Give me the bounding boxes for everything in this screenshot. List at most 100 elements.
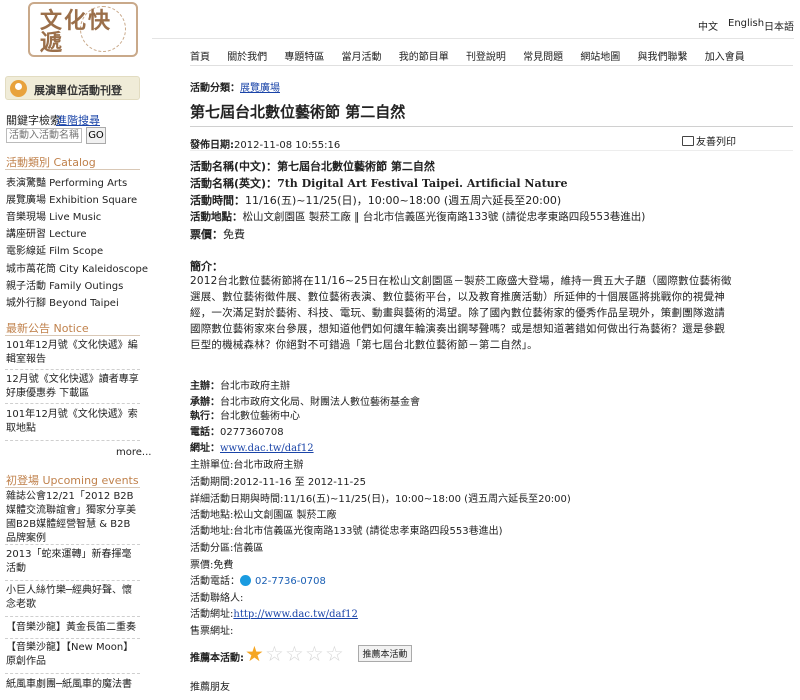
detail-web-label: 活動網址: — [190, 609, 234, 620]
info-time-label: 活動時間： — [190, 194, 245, 207]
detail-time: 詳細活動日期與時間:11/16(五)~11/25(日)，10:00~18:00 … — [190, 494, 571, 505]
recommend-friends-link[interactable]: 推薦朋友 — [190, 678, 230, 693]
star-icon[interactable]: ☆ — [325, 643, 345, 665]
user-icon — [10, 80, 27, 97]
category-line: 活動分類：展覽廣場 — [190, 79, 280, 94]
recommend-label: 推薦本活動: — [190, 653, 244, 664]
detail-ticket: 票價:免費 — [190, 560, 234, 571]
detail-host-value: 台北市政府主辦 — [220, 381, 290, 392]
detail-organizer: 承辦：台北市政府文化局、財團法人數位藝術基金會 — [190, 393, 420, 408]
intro-body: 2012台北數位藝術節將在11/16~25日在松山文創園區－製菸工廠盛大登場，維… — [190, 275, 732, 351]
catalog-item-family[interactable]: 親子活動 Family Outings — [6, 277, 123, 292]
upcoming-item[interactable]: 紙風車劇團─紙風車的魔法書 — [6, 678, 140, 692]
star-icon[interactable]: ☆ — [265, 643, 285, 665]
nav-faq[interactable]: 常見問題 — [523, 52, 563, 63]
catalog-item-beyond-taipei[interactable]: 城外行腳 Beyond Taipei — [6, 294, 119, 309]
detail-phone-value: 0277360708 — [220, 427, 284, 438]
upcoming-heading: 初登場 Upcoming events — [6, 474, 139, 487]
nav-divider — [190, 65, 793, 66]
detail-tel-value[interactable]: 02-7736-0708 — [255, 576, 326, 587]
detail-place: 活動地點:松山文創園區 製菸工廠 — [190, 510, 337, 521]
recommend-button[interactable]: 推薦本活動 — [358, 645, 412, 662]
upcoming-item[interactable]: 【音樂沙龍】【New Moon】原創作品 — [6, 641, 140, 669]
nav-home[interactable]: 首頁 — [190, 52, 210, 63]
star-icon[interactable]: ★ — [245, 643, 265, 665]
advanced-search-link[interactable]: 進階搜尋 — [56, 112, 100, 128]
catalog-item-performing-arts[interactable]: 表演驚豔 Performing Arts — [6, 174, 127, 189]
search-input[interactable] — [6, 128, 82, 143]
publish-date: 發佈日期:2012-11-08 10:55:16 — [190, 136, 340, 151]
catalog-heading: 活動類別 Catalog — [6, 156, 96, 169]
nav-my-program[interactable]: 我的節目單 — [399, 52, 449, 63]
page-title: 第七屆台北數位藝術節 第二自然 — [190, 103, 406, 121]
date-divider — [190, 150, 793, 151]
category-label: 活動分類： — [190, 83, 240, 94]
nav-contact[interactable]: 與我們聯繫 — [638, 52, 688, 63]
info-name-zh-value: 第七屆台北數位藝術節 第二自然 — [277, 160, 435, 173]
notice-item[interactable]: 101年12月號《文化快遞》索取地點 — [6, 408, 140, 436]
info-place-value: 松山文創園區 製菸工廠 ‖ 台北市信義區光復南路133號 (請從忠孝東路四段55… — [242, 211, 646, 223]
category-link[interactable]: 展覽廣場 — [240, 83, 280, 94]
star-icon[interactable]: ☆ — [285, 643, 305, 665]
detail-site: 網址：www.dac.tw/daf12 — [190, 439, 314, 454]
catalog-item-live-music[interactable]: 音樂現場 Live Music — [6, 208, 101, 223]
publish-event-label: 展演單位活動刊登 — [34, 84, 122, 97]
catalog-item-lecture[interactable]: 講座研習 Lecture — [6, 225, 87, 240]
notice-item[interactable]: 101年12月號《文化快遞》編輯室報告 — [6, 339, 140, 367]
info-name-en-value: 7th Digital Art Festival Taipei. Artific… — [277, 177, 568, 190]
search-label: 關鍵字檢索 — [6, 114, 61, 127]
detail-executor-value: 台北數位藝術中心 — [220, 411, 300, 422]
upcoming-item[interactable]: 【音樂沙龍】黃金長笛二重奏 — [6, 621, 140, 635]
upcoming-separator — [5, 616, 140, 617]
header-divider — [152, 38, 794, 39]
notice-more-link[interactable]: more... — [116, 447, 151, 458]
detail-executor: 執行：台北數位藝術中心 — [190, 407, 300, 422]
sidebar: 文化快遞 展演單位活動刊登 關鍵字檢索 進階搜尋 GO 活動類別 Catalog… — [0, 0, 151, 700]
detail-web: 活動網址:http://www.dac.tw/daf12 — [190, 605, 358, 620]
nav-join[interactable]: 加入會員 — [705, 52, 745, 63]
detail-period: 活動期間:2012-11-16 至 2012-11-25 — [190, 477, 366, 488]
detail-phone: 電話：0277360708 — [190, 423, 284, 438]
detail-executor-label: 執行： — [190, 411, 220, 422]
detail-address: 活動地址:台北市信義區光復南路133號 (請從忠孝東路四段553巷進出) — [190, 526, 503, 537]
upcoming-divider — [5, 487, 140, 488]
detail-web-link[interactable]: http://www.dac.tw/daf12 — [233, 609, 358, 620]
star-icon[interactable]: ☆ — [305, 643, 325, 665]
print-link[interactable]: 友善列印 — [682, 133, 736, 148]
notice-item[interactable]: 12月號《文化快遞》讀者專享好康優惠券 下載區 — [6, 373, 140, 401]
language-japanese-link[interactable]: 日本語 — [764, 18, 794, 33]
nav-listing-info[interactable]: 刊登說明 — [466, 52, 506, 63]
language-english-link[interactable]: English — [728, 18, 764, 29]
catalog-item-exhibition[interactable]: 展覽廣場 Exhibition Square — [6, 191, 137, 206]
nav-sitemap[interactable]: 網站地圖 — [580, 52, 620, 63]
site-logo[interactable]: 文化快遞 — [28, 2, 148, 64]
upcoming-item[interactable]: 雜誌公會12/21「2012 B2B媒體交流聯誼會」獨家分享美國B2B媒體經營智… — [6, 490, 140, 546]
catalog-item-film[interactable]: 電影線延 Film Scope — [6, 242, 103, 257]
nav-about[interactable]: 關於我們 — [227, 52, 267, 63]
nav-features[interactable]: 專題特區 — [284, 52, 324, 63]
detail-site-link[interactable]: www.dac.tw/daf12 — [220, 443, 314, 454]
logo-text: 文化快遞 — [40, 8, 113, 56]
info-name-zh-label: 活動名稱(中文)： — [190, 160, 278, 173]
upcoming-separator — [5, 673, 140, 674]
upcoming-item[interactable]: 小巨人絲竹樂─經典好聲、懷念老歌 — [6, 584, 140, 612]
catalog-divider — [5, 169, 140, 170]
detail-host: 主辦：台北市政府主辦 — [190, 377, 290, 392]
info-fee-value: 免費 — [223, 228, 245, 241]
language-chinese-link[interactable]: 中文 — [698, 18, 718, 33]
intro-heading: 簡介： — [190, 260, 223, 273]
detail-ticket-site: 售票網址: — [190, 626, 234, 637]
upcoming-item[interactable]: 2013「蛇來運轉」新春揮毫活動 — [6, 548, 140, 576]
info-place-label: 活動地點： — [190, 211, 243, 223]
detail-phone-label: 電話： — [190, 427, 220, 438]
info-fee-label: 票價： — [190, 228, 223, 241]
nav-monthly[interactable]: 當月活動 — [342, 52, 382, 63]
notice-separator — [5, 403, 140, 404]
search-go-button[interactable]: GO — [86, 127, 106, 144]
catalog-item-city[interactable]: 城市萬花筒 City Kaleidoscope — [6, 260, 148, 275]
upcoming-separator — [5, 638, 140, 639]
publish-event-button[interactable]: 展演單位活動刊登 — [5, 76, 140, 100]
detail-host-label: 主辦： — [190, 381, 220, 392]
upcoming-separator — [5, 544, 140, 545]
notice-separator — [5, 369, 140, 370]
